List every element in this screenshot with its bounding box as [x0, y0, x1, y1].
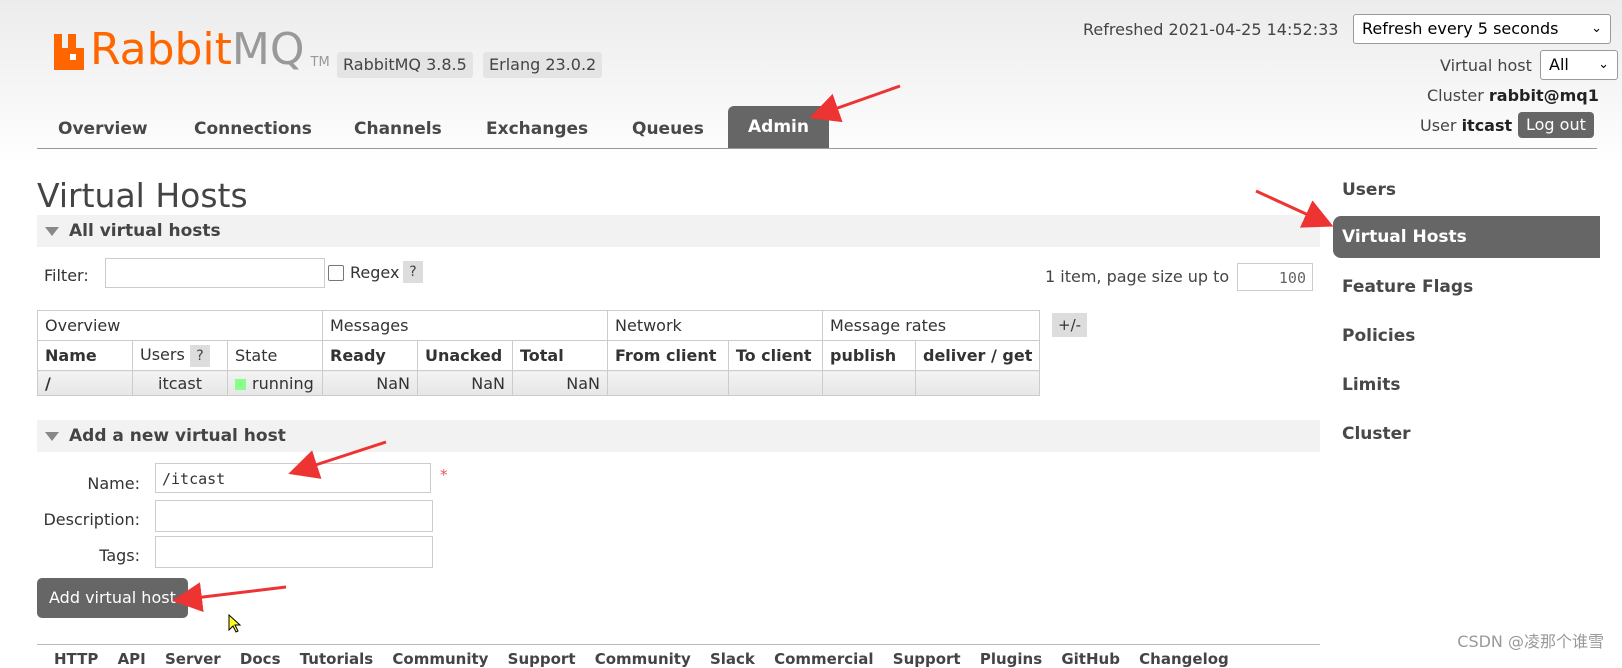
arrow-to-add-button — [172, 582, 287, 613]
arrow-to-admin-tab — [809, 84, 901, 123]
watermark: CSDN @凌那个谁雪 — [1457, 632, 1604, 651]
arrow-to-virtual-hosts — [1255, 189, 1334, 228]
arrow-to-name-input — [288, 440, 387, 479]
annotation-arrows — [172, 84, 1334, 613]
